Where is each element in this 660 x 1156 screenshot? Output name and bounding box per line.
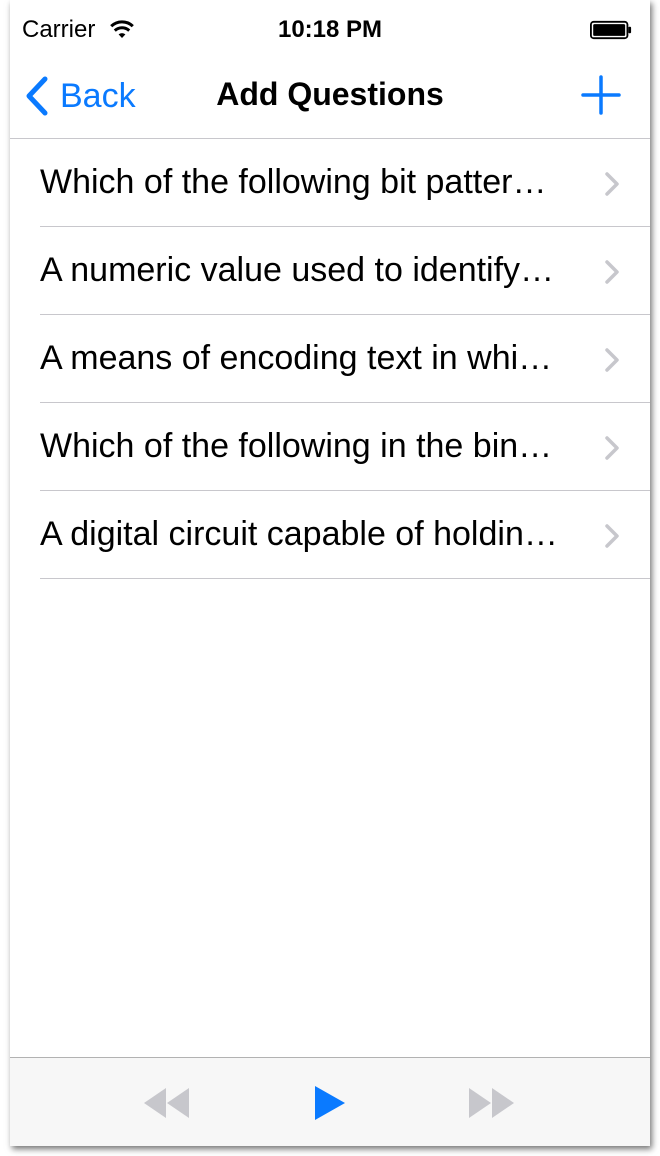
list-item[interactable]: Which of the following bit patter… bbox=[10, 139, 650, 227]
question-text: A means of encoding text in whi… bbox=[40, 339, 553, 377]
chevron-right-icon bbox=[605, 436, 619, 460]
list-item[interactable]: A digital circuit capable of holdin… bbox=[10, 491, 650, 579]
fast-forward-icon[interactable] bbox=[466, 1086, 516, 1120]
rewind-icon[interactable] bbox=[142, 1086, 192, 1120]
page-title: Add Questions bbox=[216, 76, 444, 112]
chevron-right-icon bbox=[605, 260, 619, 284]
navigation-bar: Back Add Questions bbox=[10, 60, 650, 139]
device-screen: Carrier 10:18 PM Back Add Questions Whic… bbox=[10, 0, 650, 1146]
battery-icon bbox=[590, 20, 632, 40]
bottom-toolbar bbox=[10, 1057, 650, 1146]
chevron-right-icon bbox=[605, 524, 619, 548]
chevron-right-icon bbox=[605, 348, 619, 372]
clock: 10:18 PM bbox=[277, 16, 383, 43]
list-item[interactable]: Which of the following in the bin… bbox=[10, 403, 650, 491]
play-icon[interactable] bbox=[312, 1084, 348, 1122]
question-text: Which of the following bit patter… bbox=[40, 163, 547, 201]
question-text: Which of the following in the bin… bbox=[40, 427, 553, 465]
page-frame: Carrier 10:18 PM Back Add Questions Whic… bbox=[0, 0, 660, 1156]
list-item[interactable]: A means of encoding text in whi… bbox=[10, 315, 650, 403]
list-item[interactable]: A numeric value used to identify… bbox=[10, 227, 650, 315]
question-text: A digital circuit capable of holdin… bbox=[40, 515, 558, 553]
plus-icon[interactable] bbox=[580, 74, 622, 116]
question-list: Which of the following bit patter… A num… bbox=[10, 139, 650, 579]
question-text: A numeric value used to identify… bbox=[40, 251, 555, 289]
chevron-right-icon bbox=[605, 172, 619, 196]
status-bar: Carrier 10:18 PM bbox=[10, 0, 650, 60]
row-separator bbox=[40, 578, 650, 579]
